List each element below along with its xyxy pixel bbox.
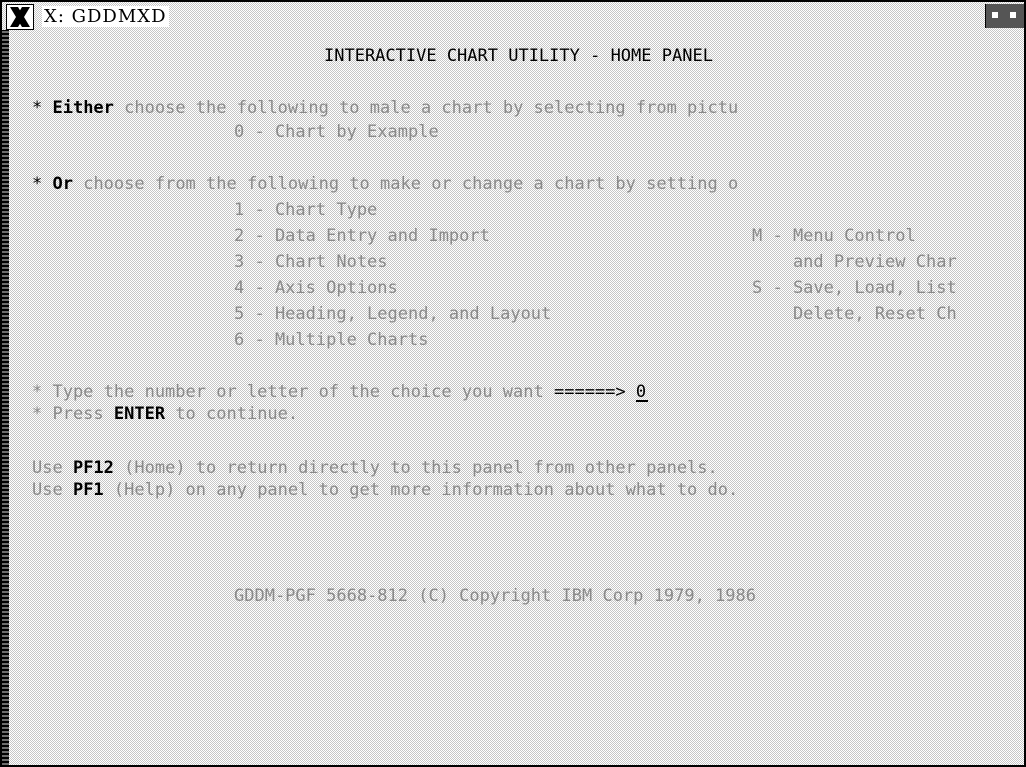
either-bullet: * xyxy=(32,98,53,118)
enter-key-label: ENTER xyxy=(113,404,166,424)
choice-prompt: * Type the number or letter of the choic… xyxy=(32,382,648,402)
maximize-icon[interactable] xyxy=(1010,12,1016,18)
option-1-chart-type[interactable]: 1 - Chart Type xyxy=(234,200,377,220)
option-6-multiple-charts[interactable]: 6 - Multiple Charts xyxy=(234,330,428,350)
option-m-menu-control[interactable]: M - Menu Control xyxy=(752,226,916,246)
either-keyword: Either xyxy=(52,98,114,118)
press-enter-post: to continue. xyxy=(165,404,299,424)
help-pf1-pre: Use xyxy=(32,480,73,500)
choice-input[interactable]: 0 xyxy=(635,384,648,402)
window-title: X: GDDMXD xyxy=(42,6,169,27)
help-pf12-post: (Home) to return directly to this panel … xyxy=(113,458,718,478)
title-bar[interactable]: X: GDDMXD xyxy=(2,2,1024,30)
help-pf12-pre: Use xyxy=(32,458,73,478)
window-controls[interactable] xyxy=(985,4,1024,28)
or-text: choose from the following to make or cha… xyxy=(72,174,739,194)
terminal-window: X: GDDMXD INTERACTIVE CHART UTILITY - HO… xyxy=(0,0,1026,767)
iconify-icon[interactable] xyxy=(992,12,998,18)
either-instruction: * Either choose the following to male a … xyxy=(32,98,738,118)
choice-prompt-text: * Type the number or letter of the choic… xyxy=(32,382,554,402)
help-line-pf1: Use PF1 (Help) on any panel to get more … xyxy=(32,480,738,500)
option-3-chart-notes[interactable]: 3 - Chart Notes xyxy=(234,252,388,272)
option-0-chart-by-example[interactable]: 0 - Chart by Example xyxy=(234,122,439,142)
panel-title: INTERACTIVE CHART UTILITY - HOME PANEL xyxy=(324,46,713,66)
or-instruction: * Or choose from the following to make o… xyxy=(32,174,738,194)
window-left-border xyxy=(2,30,9,767)
help-line-pf12: Use PF12 (Home) to return directly to th… xyxy=(32,458,718,478)
pf12-key-label: PF12 xyxy=(72,458,114,478)
press-enter-line: * Press ENTER to continue. xyxy=(32,404,298,424)
option-s-save-load[interactable]: S - Save, Load, List xyxy=(752,278,957,298)
or-keyword: Or xyxy=(52,174,73,194)
option-5-heading-legend-layout[interactable]: 5 - Heading, Legend, and Layout xyxy=(234,304,551,324)
help-pf1-post: (Help) on any panel to get more informat… xyxy=(103,480,739,500)
x-close-icon[interactable] xyxy=(6,4,34,30)
copyright-notice: GDDM-PGF 5668-812 (C) Copyright IBM Corp… xyxy=(234,586,756,606)
option-m-preview-continued: and Preview Char xyxy=(752,252,957,272)
option-4-axis-options[interactable]: 4 - Axis Options xyxy=(234,278,398,298)
or-bullet: * xyxy=(32,174,53,194)
either-text: choose the following to male a chart by … xyxy=(113,98,739,118)
option-2-data-entry[interactable]: 2 - Data Entry and Import xyxy=(234,226,490,246)
press-enter-pre: * Press xyxy=(32,404,114,424)
option-s-delete-reset-continued: Delete, Reset Ch xyxy=(752,304,957,324)
choice-arrow: ======> xyxy=(553,382,626,402)
pf1-key-label: PF1 xyxy=(72,480,104,500)
